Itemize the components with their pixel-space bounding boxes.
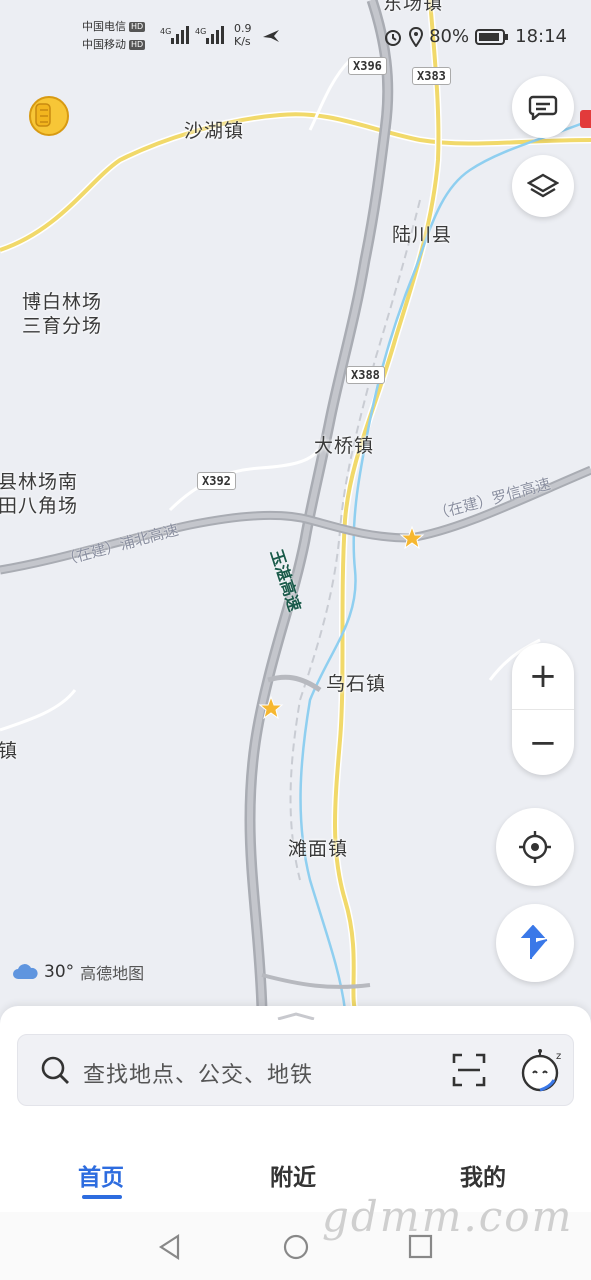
road-shield: X392 [197, 472, 236, 490]
layers-icon [527, 173, 559, 198]
tab-mine[interactable]: 我的 [460, 1158, 506, 1192]
tab-home[interactable]: 首页 [78, 1158, 124, 1192]
place-label[interactable]: 乌石镇 [326, 669, 386, 696]
temperature: 30° [44, 962, 75, 982]
carrier-line-1: 中国电信 HD [82, 20, 146, 33]
place-label[interactable]: 三育分场 [22, 311, 102, 338]
alarm-icon [385, 29, 402, 46]
place-label[interactable]: 镇 [0, 736, 18, 763]
sheet-handle-icon[interactable] [276, 1012, 316, 1020]
locate-button[interactable] [496, 808, 574, 886]
weather-widget[interactable]: 30° 高德地图 [12, 960, 144, 984]
signal-icon [171, 26, 189, 44]
svg-text:z: z [556, 1051, 561, 1062]
place-label[interactable]: 沙湖镇 [184, 116, 244, 143]
layers-button[interactable] [512, 155, 574, 217]
net-rate: 0.9 K/s [234, 22, 252, 48]
route-button[interactable] [496, 904, 574, 982]
location-icon [409, 26, 424, 47]
scan-icon[interactable] [452, 1053, 486, 1087]
net-rate-unit: K/s [234, 35, 251, 48]
place-label[interactable]: 陆川县 [392, 220, 452, 247]
battery-icon [475, 28, 509, 45]
search-input[interactable]: 查找地点、公交、地铁 [83, 1057, 313, 1089]
place-label[interactable]: 大桥镇 [314, 431, 374, 458]
hd-badge: HD [129, 22, 146, 32]
tab-nearby[interactable]: 附近 [270, 1158, 316, 1192]
home-icon[interactable] [282, 1233, 310, 1261]
hd-badge: HD [129, 40, 146, 50]
zoom-out-button[interactable]: − [512, 709, 574, 776]
watermark: gdmm.com [322, 1192, 574, 1241]
carrier-line-2: 中国移动 HD [82, 38, 146, 51]
net-rate-value: 0.9 [234, 22, 252, 35]
message-button[interactable] [512, 76, 574, 138]
carrier-name: 中国电信 [82, 20, 126, 33]
place-label[interactable]: 博白林场 [22, 287, 102, 314]
place-label[interactable]: 田八角场 [0, 491, 78, 518]
search-icon [41, 1056, 69, 1084]
brand-logo: 高德地图 [80, 964, 145, 983]
clock: 18:14 [515, 26, 567, 47]
route-arrow-icon [520, 925, 548, 959]
signal-icon [206, 26, 224, 44]
place-label[interactable]: 滩面镇 [288, 834, 348, 861]
battery-percent: 80% [429, 26, 470, 47]
avatar-icon[interactable] [26, 94, 72, 138]
toll-star-icon [399, 525, 425, 550]
zoom-control: + − [512, 643, 574, 775]
road-shield: X388 [346, 366, 385, 384]
active-tab-indicator [82, 1195, 122, 1199]
airplane-icon [263, 30, 279, 42]
chat-icon [528, 95, 558, 120]
zoom-in-button[interactable]: + [512, 643, 574, 709]
back-icon[interactable] [158, 1234, 182, 1260]
carrier-name: 中国移动 [82, 38, 126, 51]
place-label[interactable]: 县林场南 [0, 467, 78, 494]
search-bar[interactable]: 查找地点、公交、地铁 z [17, 1034, 574, 1106]
status-right: 80% 18:14 [383, 26, 567, 47]
status-bar: 中国电信 HD 中国移动 HD 4G 4G 0.9 K/s 80% 18:14 [0, 0, 591, 70]
voice-assistant-icon[interactable]: z [520, 1047, 566, 1093]
cloud-icon [13, 964, 38, 979]
crosshair-icon [519, 831, 551, 863]
